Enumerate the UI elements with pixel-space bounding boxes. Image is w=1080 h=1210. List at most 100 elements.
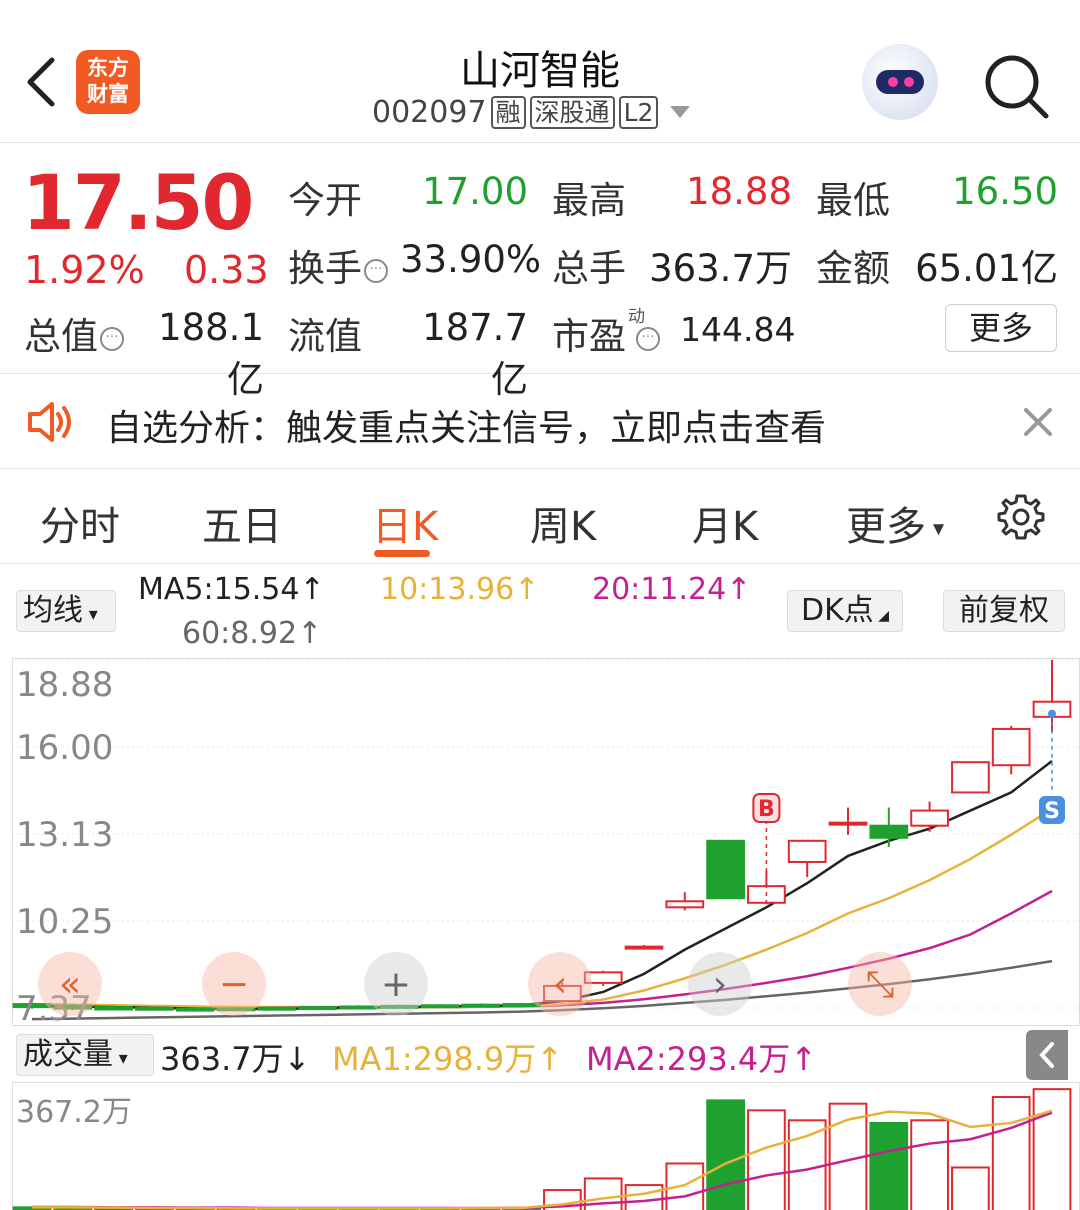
volume-bar bbox=[910, 1119, 949, 1210]
last-price: 17.50 bbox=[22, 158, 254, 247]
y-tick-label: 16.00 bbox=[16, 728, 113, 768]
turnover-label: 换手 ··· bbox=[288, 238, 388, 292]
change-value: 0.33 bbox=[184, 248, 269, 292]
close-icon[interactable] bbox=[1020, 404, 1056, 440]
tag-margin: 融 bbox=[490, 95, 526, 129]
collapse-button[interactable] bbox=[1026, 1030, 1068, 1080]
volume-bar bbox=[787, 1119, 827, 1210]
pe-value: 144.84 bbox=[680, 310, 796, 349]
chart-period-tabs: 分时 五日 日K 周K 月K 更多 ▾ bbox=[0, 470, 1080, 564]
stock-code-row[interactable]: 002097 融 深股通 L2 bbox=[372, 92, 691, 132]
chevron-left-icon bbox=[1039, 1042, 1054, 1068]
candle bbox=[706, 839, 745, 900]
candle bbox=[787, 839, 827, 863]
mktcap-label: 总值 ··· bbox=[24, 306, 124, 360]
low-label: 最低 bbox=[816, 179, 890, 222]
candle bbox=[461, 1003, 501, 1008]
candle bbox=[991, 727, 1031, 767]
forward-adjust-button[interactable]: 前复权 bbox=[943, 590, 1065, 632]
volume-ma2: MA2:293.4万↑ bbox=[586, 1040, 818, 1078]
amount-value: 65.01亿 bbox=[915, 247, 1058, 290]
tab-five-day[interactable]: 五日 bbox=[202, 494, 282, 552]
info-dots-icon[interactable]: ··· bbox=[100, 326, 124, 351]
speaker-icon bbox=[28, 402, 71, 442]
volume-bar bbox=[1032, 1088, 1072, 1210]
sell-marker-dot bbox=[1048, 709, 1056, 718]
volume-bar bbox=[991, 1096, 1031, 1210]
volume-chart[interactable]: 367.2万 bbox=[12, 1082, 1080, 1210]
candle bbox=[624, 945, 664, 950]
candle bbox=[339, 1005, 378, 1010]
candle bbox=[665, 900, 705, 909]
svg-text:⤡: ⤡ bbox=[866, 964, 895, 1005]
tab-more[interactable]: 更多 ▾ bbox=[846, 494, 944, 552]
turnover-value: 33.90% bbox=[400, 238, 542, 281]
candle bbox=[135, 1006, 174, 1011]
volume-bar bbox=[869, 1121, 909, 1210]
change-percent: 1.92% bbox=[24, 248, 145, 292]
candle bbox=[502, 1003, 541, 1008]
svg-text:−: − bbox=[219, 964, 249, 1005]
candle bbox=[951, 761, 990, 794]
stock-code: 002097 bbox=[372, 94, 487, 130]
svg-text:‹: ‹ bbox=[553, 964, 567, 1005]
candle bbox=[94, 1006, 133, 1011]
volume-header: 成交量 ▾ 363.7万↓ MA1:298.9万↑ MA2:293.4万↑ bbox=[0, 1026, 1080, 1082]
step-right-icon[interactable]: › bbox=[688, 952, 752, 1016]
svg-text:«: « bbox=[59, 964, 81, 1005]
candlestick-chart[interactable]: 18.8816.0013.1310.257.37 B S« − + ‹ › ⤡ bbox=[12, 658, 1080, 1026]
open-label: 今开 bbox=[288, 179, 362, 222]
volume-ma1: MA1:298.9万↑ bbox=[332, 1040, 564, 1078]
svg-text:+: + bbox=[381, 964, 411, 1005]
dk-point-button[interactable]: DK点 ◢ bbox=[787, 590, 903, 632]
volume-value: 363.7万 bbox=[649, 247, 792, 290]
candle bbox=[828, 821, 868, 826]
ma5-value: MA5:15.54↑ bbox=[138, 572, 325, 607]
high-label: 最高 bbox=[552, 179, 626, 222]
candle bbox=[869, 824, 909, 839]
sell-marker-label: S bbox=[1044, 799, 1060, 824]
candle bbox=[910, 809, 949, 827]
active-tab-indicator bbox=[374, 550, 430, 557]
zoom-in-icon[interactable]: + bbox=[364, 952, 428, 1016]
candle bbox=[175, 1007, 215, 1012]
svg-text:›: › bbox=[713, 964, 727, 1005]
fullscreen-icon[interactable]: ⤡ bbox=[848, 952, 912, 1016]
robot-assistant-icon[interactable] bbox=[862, 44, 938, 120]
more-button[interactable]: 更多 bbox=[945, 304, 1057, 352]
search-icon[interactable] bbox=[982, 52, 1052, 122]
indicator-select[interactable]: 均线 ▾ bbox=[16, 590, 116, 632]
pe-dynamic-mark: 动 bbox=[628, 307, 645, 327]
notice-bar[interactable]: 自选分析：触发重点关注信号，立即点击查看 bbox=[0, 375, 1080, 469]
ma20-value: 20:11.24↑ bbox=[592, 572, 752, 607]
volume-label: 总手 bbox=[552, 247, 626, 290]
tab-daily-k[interactable]: 日K bbox=[372, 494, 438, 552]
tag-level2: L2 bbox=[618, 95, 659, 129]
volume-indicator-select[interactable]: 成交量 ▾ bbox=[16, 1034, 154, 1076]
top-bar: 东方 财富 山河智能 002097 融 深股通 L2 bbox=[0, 0, 1080, 143]
volume-bar bbox=[624, 1184, 664, 1210]
zoom-out-icon[interactable]: − bbox=[202, 952, 266, 1016]
gear-icon[interactable] bbox=[996, 492, 1046, 542]
float-label: 流值 bbox=[288, 315, 362, 358]
amount-label: 金额 bbox=[816, 247, 890, 290]
rewind-icon[interactable]: « bbox=[38, 952, 102, 1016]
y-tick-label: 18.88 bbox=[16, 665, 113, 705]
tab-weekly-k[interactable]: 周K bbox=[530, 494, 596, 552]
info-dots-icon[interactable]: ··· bbox=[636, 326, 660, 351]
volume-bar bbox=[951, 1166, 990, 1210]
high-value: 18.88 bbox=[686, 170, 792, 213]
volume-bar bbox=[706, 1099, 745, 1210]
volume-value: 363.7万↓ bbox=[160, 1040, 311, 1078]
candle bbox=[298, 1006, 337, 1011]
tab-monthly-k[interactable]: 月K bbox=[692, 494, 758, 552]
notice-text: 自选分析：触发重点关注信号，立即点击查看 bbox=[106, 408, 827, 449]
tab-intraday[interactable]: 分时 bbox=[40, 494, 120, 552]
y-tick-label: 13.13 bbox=[16, 815, 113, 855]
info-dots-icon[interactable]: ··· bbox=[364, 258, 388, 283]
volume-bar bbox=[747, 1109, 786, 1210]
step-left-icon[interactable]: ‹ bbox=[528, 952, 592, 1016]
low-value: 16.50 bbox=[952, 170, 1058, 213]
dropdown-caret-icon[interactable] bbox=[670, 106, 691, 118]
buy-marker-label: B bbox=[758, 797, 775, 822]
